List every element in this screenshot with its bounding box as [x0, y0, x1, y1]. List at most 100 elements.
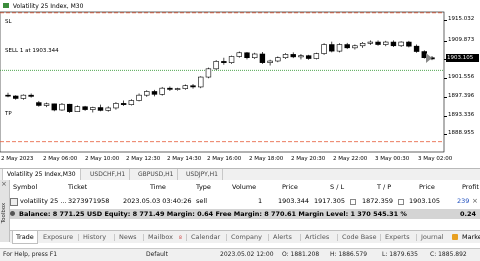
- candle-bear: [344, 44, 350, 49]
- time-axis-label-9: 3 May 00:30: [375, 156, 410, 162]
- candle-bull: [105, 107, 111, 111]
- market-icon[interactable]: [452, 234, 458, 240]
- toolbox-side[interactable]: × Toolbox: [0, 180, 10, 242]
- candle-bull: [251, 53, 258, 59]
- chart-icon: [3, 3, 9, 8]
- tab-company[interactable]: Company: [228, 231, 265, 243]
- candle-bull: [228, 56, 235, 63]
- tab-calendar[interactable]: Calendar: [188, 231, 223, 243]
- price-axis-label-1915-032: 1915.032: [448, 16, 475, 22]
- candle-bear: [421, 51, 427, 59]
- price-chart[interactable]: [0, 0, 480, 168]
- row-profit: 239: [457, 197, 470, 205]
- candle-bull: [367, 41, 374, 44]
- candle-bear: [190, 85, 196, 88]
- row-sl[interactable]: 1917.305: [314, 196, 345, 206]
- time-axis-label-2: 2 May 10:00: [85, 156, 120, 162]
- col-time[interactable]: Time: [150, 182, 166, 192]
- status-datetime: 2023.05.02 12:00: [220, 251, 274, 258]
- col-profit[interactable]: Profit: [462, 182, 479, 192]
- candle-bull: [128, 100, 135, 105]
- candle-bear: [329, 44, 335, 52]
- candle-bear: [13, 95, 19, 99]
- candle-bull: [113, 103, 119, 109]
- time-axis-label-4: 2 May 14:30: [167, 156, 202, 162]
- tab-separator: [337, 234, 338, 241]
- status-low: L: 1879.635: [382, 251, 418, 258]
- tab-experts[interactable]: Experts: [382, 231, 413, 243]
- tab-journal[interactable]: Journal: [418, 231, 446, 243]
- tab-separator: [300, 234, 301, 241]
- status-profile: Default: [146, 251, 168, 258]
- time-axis-label-7: 2 May 20:30: [291, 156, 326, 162]
- candle-bear: [290, 54, 296, 58]
- balance-row: Balance: 8 771.25 USD Equity: 8 771.49 M…: [10, 209, 480, 219]
- candle-bear: [406, 41, 412, 47]
- tab-alerts[interactable]: Alerts: [270, 231, 295, 243]
- row-ticket: 3273971958: [68, 197, 110, 205]
- tab-trade[interactable]: Trade: [12, 231, 38, 244]
- candle-bear: [28, 94, 34, 97]
- chart-tab-volatility[interactable]: Volatility 25 Index,M30: [2, 169, 81, 180]
- col-ticket[interactable]: Ticket: [68, 182, 87, 192]
- candle-bull: [298, 55, 304, 58]
- chart-area[interactable]: Volatility 25 Index, M30 SL SELL 1 at 19…: [0, 0, 480, 168]
- candle-bull: [321, 44, 327, 54]
- candle-bull: [275, 57, 281, 62]
- candle-bull: [174, 88, 181, 90]
- toolbox-label: Toolbox: [1, 202, 7, 224]
- tab-separator: [380, 234, 381, 241]
- col-volume[interactable]: Volume: [232, 182, 256, 192]
- candle-bear: [167, 87, 173, 90]
- col-type[interactable]: Type: [196, 182, 211, 192]
- row-symbol: volatility 25 ...: [20, 197, 67, 205]
- status-help: For Help, press F1: [3, 251, 58, 258]
- row-price2: 1903.105: [409, 197, 441, 205]
- col-price2[interactable]: Price: [419, 182, 435, 192]
- candle-bull: [90, 107, 96, 110]
- candle-bull: [236, 52, 242, 57]
- candle-bear: [390, 41, 397, 47]
- tab-code-base[interactable]: Code Base: [339, 231, 380, 243]
- candle-bear: [259, 53, 266, 63]
- tab-market[interactable]: Market: [459, 231, 480, 243]
- col-price[interactable]: Price: [282, 182, 298, 192]
- price-axis-label-1897-396: 1897.396: [448, 93, 475, 99]
- candle-bull: [205, 68, 212, 78]
- candle-bear: [221, 61, 227, 63]
- tab-exposure[interactable]: Exposure: [40, 231, 76, 243]
- balance-icon: [10, 211, 15, 216]
- candle-bear: [5, 94, 11, 97]
- candle-bear: [97, 107, 104, 111]
- sl-remove-icon[interactable]: [350, 199, 356, 205]
- col-tp[interactable]: T / P: [377, 182, 391, 192]
- table-row[interactable]: volatility 25 ... 3273971958 2023.05.03 …: [10, 196, 480, 206]
- row-tp[interactable]: 1872.359: [362, 196, 393, 206]
- price-axis-tick: [444, 78, 447, 79]
- col-sl[interactable]: S / L: [330, 182, 344, 192]
- tab-history[interactable]: History: [80, 231, 109, 243]
- tab-mailbox[interactable]: Mailbox: [145, 231, 176, 243]
- time-axis-label-0: 2 May 2023: [1, 156, 34, 162]
- candle-bull: [182, 85, 189, 89]
- col-symbol[interactable]: Symbol: [13, 182, 37, 192]
- candle-bear: [305, 55, 312, 59]
- close-position-icon[interactable]: ×: [472, 196, 478, 206]
- chart-tab-usdchf[interactable]: USDCHF,H1: [86, 169, 131, 180]
- tab-articles[interactable]: Articles: [302, 231, 332, 243]
- candle-bear: [51, 103, 57, 111]
- candle-bull: [398, 41, 404, 47]
- tab-separator: [226, 234, 227, 241]
- status-open: O: 1881.208: [282, 251, 320, 258]
- close-icon[interactable]: ×: [1, 180, 7, 188]
- time-axis-label-1: 2 May 06:00: [43, 156, 78, 162]
- tab-separator: [416, 234, 417, 241]
- chart-tab-usdjpy[interactable]: USDJPY,H1: [182, 169, 223, 180]
- time-axis-label-5: 2 May 16:00: [207, 156, 242, 162]
- tp-remove-icon[interactable]: [398, 199, 404, 205]
- price-axis-label-1888-955: 1888.955: [448, 130, 475, 136]
- candle-bear: [36, 102, 42, 106]
- price-axis-label-1893-336: 1893.336: [448, 112, 475, 118]
- chart-tab-gbpusd[interactable]: GBPUSD,H1: [134, 169, 179, 180]
- tab-news[interactable]: News: [116, 231, 140, 243]
